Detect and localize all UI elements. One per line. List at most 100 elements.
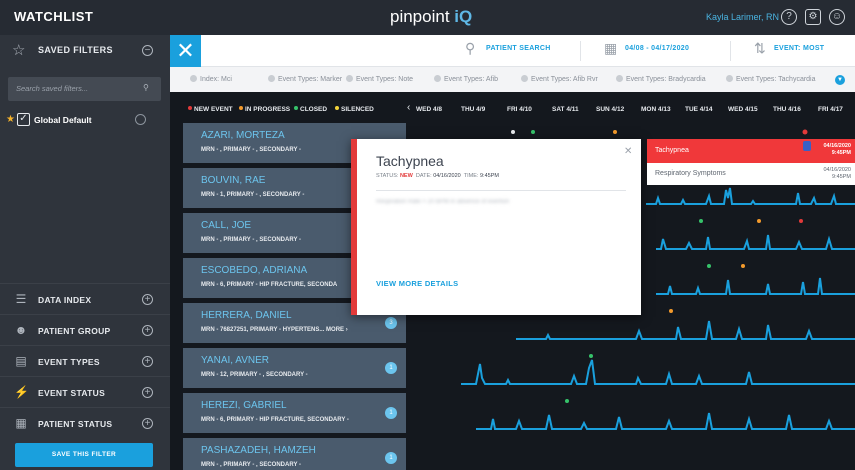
- event-marker[interactable]: [741, 264, 745, 268]
- event-marker[interactable]: [531, 130, 535, 134]
- remove-chip-icon[interactable]: [190, 75, 197, 82]
- event-count-badge[interactable]: 3: [385, 317, 397, 329]
- remove-chip-icon[interactable]: [346, 75, 353, 82]
- patient-name[interactable]: PASHAZADEH, HAMZEH: [201, 445, 316, 456]
- user-name[interactable]: Kayla Larimer, RN: [706, 12, 779, 22]
- patient-row[interactable]: HEREZI, GABRIEL MRN - 6, PRIMARY - HIP F…: [183, 393, 855, 433]
- date-label: SUN 4/12: [596, 106, 625, 113]
- help-icon[interactable]: ?: [781, 9, 797, 25]
- filter-chip[interactable]: Event Types: Afib Rvr: [521, 75, 598, 83]
- status-value: NEW: [399, 173, 413, 179]
- remove-chip-icon[interactable]: [726, 75, 733, 82]
- popover-item-selected[interactable]: Tachypnea 04/16/2020 9:45PM: [647, 139, 855, 163]
- filter-chip[interactable]: Event Types: Marker: [268, 75, 342, 83]
- chevron-down-icon[interactable]: ▼: [835, 75, 845, 85]
- search-icon[interactable]: ⚲: [465, 41, 475, 55]
- event-track[interactable]: [406, 438, 855, 470]
- chip-label: Index: Mci: [200, 76, 232, 83]
- save-filter-button[interactable]: SAVE THIS FILTER: [15, 443, 153, 467]
- filter-chip[interactable]: Event Types: Afib: [434, 75, 498, 83]
- patient-row[interactable]: PASHAZADEH, HAMZEH MRN - , PRIMARY - , S…: [183, 438, 855, 470]
- expand-icon[interactable]: +: [142, 387, 153, 398]
- expand-icon[interactable]: +: [142, 418, 153, 429]
- sort-icon[interactable]: ⇅: [754, 41, 766, 55]
- clipboard-icon: ▦: [15, 416, 27, 430]
- patient-card[interactable]: PASHAZADEH, HAMZEH MRN - , PRIMARY - , S…: [183, 438, 406, 470]
- collapse-icon[interactable]: −: [142, 45, 153, 56]
- event-count-badge[interactable]: 1: [385, 452, 397, 464]
- account-icon[interactable]: ☺: [829, 9, 845, 25]
- patient-name[interactable]: YANAI, AVNER: [201, 355, 269, 366]
- divider: [376, 190, 626, 191]
- sidebar-item-data-index[interactable]: ☰ DATA INDEX +: [0, 283, 170, 314]
- settings-icon[interactable]: ⚙: [805, 9, 821, 25]
- view-more-details-link[interactable]: VIEW MORE DETAILS: [376, 279, 458, 288]
- date-label: MON 4/13: [641, 106, 671, 113]
- date-label: WED 4/15: [728, 106, 758, 113]
- event-marker[interactable]: [511, 130, 515, 134]
- event-marker[interactable]: [565, 399, 569, 403]
- checkbox-icon[interactable]: ✓: [17, 113, 30, 126]
- patient-card[interactable]: YANAI, AVNER MRN - 12, PRIMARY - , SECON…: [183, 348, 406, 388]
- patient-info: MRN - , PRIMARY - , SECONDARY -: [201, 237, 302, 243]
- expand-icon[interactable]: +: [142, 325, 153, 336]
- legend-label: SILENCED: [341, 106, 374, 113]
- remove-chip-icon[interactable]: [434, 75, 441, 82]
- patient-card[interactable]: HEREZI, GABRIEL MRN - 6, PRIMARY - HIP F…: [183, 393, 406, 433]
- remove-chip-icon[interactable]: [521, 75, 528, 82]
- filter-settings-icon[interactable]: [135, 114, 146, 125]
- sidebar-item-patient-status[interactable]: ▦ PATIENT STATUS +: [0, 407, 170, 438]
- calendar-icon[interactable]: ▦: [604, 41, 617, 55]
- toolbar: ✕ ⚲ PATIENT SEARCH ▦ 04/08 - 04/17/2020 …: [170, 35, 855, 67]
- saved-filters-label: SAVED FILTERS: [38, 45, 113, 55]
- sidebar-item-patient-group[interactable]: ☻ PATIENT GROUP +: [0, 314, 170, 345]
- date-range-button[interactable]: 04/08 - 04/17/2020: [625, 45, 689, 52]
- remove-chip-icon[interactable]: [268, 75, 275, 82]
- logo-text: pinpoint: [390, 7, 450, 26]
- date-label: SAT 4/11: [552, 106, 579, 113]
- filter-chip[interactable]: Index: Mci: [190, 75, 232, 83]
- patient-row[interactable]: YANAI, AVNER MRN - 12, PRIMARY - , SECON…: [183, 348, 855, 388]
- event-marker[interactable]: [669, 309, 673, 313]
- date-label: WED 4/8: [416, 106, 443, 113]
- event-marker[interactable]: [799, 219, 803, 223]
- close-icon[interactable]: ✕: [170, 35, 201, 67]
- saved-filters-header[interactable]: ☆ SAVED FILTERS −: [12, 43, 162, 61]
- event-track[interactable]: [406, 348, 855, 388]
- patient-name[interactable]: AZARI, MORTEZA: [201, 130, 285, 141]
- event-count-badge[interactable]: 1: [385, 362, 397, 374]
- patient-name[interactable]: CALL, JOE: [201, 220, 251, 231]
- patient-name[interactable]: HEREZI, GABRIEL: [201, 400, 287, 411]
- event-track[interactable]: [406, 393, 855, 433]
- popover-item-date: 04/16/2020: [823, 167, 851, 173]
- global-default-filter[interactable]: ★ ✓ Global Default: [6, 113, 161, 129]
- event-marker[interactable]: [802, 129, 808, 135]
- event-marker[interactable]: [757, 219, 761, 223]
- event-popover: Tachypnea 04/16/2020 9:45PM Respiratory S…: [647, 139, 855, 185]
- chevron-left-icon[interactable]: ‹: [407, 102, 410, 113]
- event-marker[interactable]: [707, 264, 711, 268]
- patient-name[interactable]: BOUVIN, RAE: [201, 175, 265, 186]
- expand-icon[interactable]: +: [142, 294, 153, 305]
- patient-name[interactable]: HERRERA, DANIEL: [201, 310, 292, 321]
- sidebar-item-event-status[interactable]: ⚡ EVENT STATUS +: [0, 376, 170, 407]
- patient-search-button[interactable]: PATIENT SEARCH: [486, 45, 551, 52]
- activity-graph: [656, 277, 855, 295]
- filter-chip[interactable]: Event Types: Note: [346, 75, 413, 83]
- remove-chip-icon[interactable]: [616, 75, 623, 82]
- patient-name[interactable]: ESCOBEDO, ADRIANA: [201, 265, 307, 276]
- filter-chip[interactable]: Event Types: Tachycardia: [726, 75, 816, 83]
- sidebar-item-event-types[interactable]: ▤ EVENT TYPES +: [0, 345, 170, 376]
- filter-chip[interactable]: Event Types: Bradycardia: [616, 75, 706, 83]
- close-icon[interactable]: ✕: [624, 146, 632, 157]
- binoculars-icon[interactable]: ⚲: [143, 83, 149, 92]
- event-marker[interactable]: [613, 130, 617, 134]
- expand-icon[interactable]: +: [142, 356, 153, 367]
- event-title: Tachypnea: [376, 153, 444, 169]
- event-sort-button[interactable]: EVENT: MOST: [774, 45, 824, 52]
- activity-graph: [461, 359, 855, 385]
- event-marker[interactable]: [699, 219, 703, 223]
- event-marker[interactable]: [589, 354, 593, 358]
- event-count-badge[interactable]: 1: [385, 407, 397, 419]
- saved-filters-search[interactable]: Search saved filters... ⚲: [8, 77, 161, 101]
